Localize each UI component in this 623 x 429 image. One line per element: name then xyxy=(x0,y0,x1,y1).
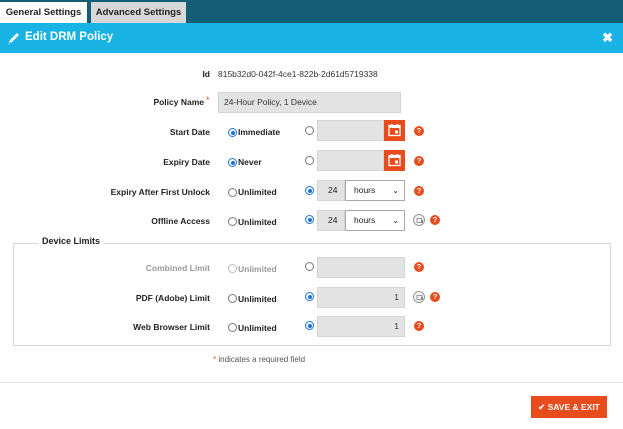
tab-advanced-settings[interactable]: Advanced Settings xyxy=(91,2,186,23)
offline-access-custom-radio[interactable] xyxy=(305,215,314,224)
offline-access-number[interactable]: 24 xyxy=(317,210,345,231)
help-icon[interactable]: ? xyxy=(414,186,424,196)
offline-access-label: Offline Access xyxy=(151,216,210,226)
chevron-down-icon: ⌄ xyxy=(392,216,399,225)
expiry-after-unlock-unit-value: hours xyxy=(354,185,376,195)
calendar-icon xyxy=(388,154,401,167)
start-date-immediate-radio[interactable] xyxy=(228,128,237,137)
help-icon[interactable]: ? xyxy=(414,156,424,166)
web-limit-label: Web Browser Limit xyxy=(133,322,210,332)
required-note: * indicates a required field xyxy=(213,355,305,364)
pdf-limit-input[interactable]: 1 xyxy=(317,287,405,308)
expiry-date-never-radio[interactable] xyxy=(228,158,237,167)
close-icon[interactable]: ✖ xyxy=(602,30,613,46)
expiry-after-unlock-number[interactable]: 24 xyxy=(317,180,345,201)
offline-access-unlimited-label: Unlimited xyxy=(238,217,277,227)
start-date-calendar-button[interactable] xyxy=(384,120,405,141)
combined-limit-unlimited-label: Unlimited xyxy=(238,264,277,274)
web-limit-custom-radio[interactable] xyxy=(305,321,314,330)
combined-limit-label: Combined Limit xyxy=(145,263,210,273)
policy-name-input[interactable]: 24-Hour Policy, 1 Device xyxy=(218,92,401,113)
expiry-after-unlock-unlimited-label: Unlimited xyxy=(238,187,277,197)
policy-name-label: Policy Name xyxy=(153,97,204,107)
web-limit-unlimited-radio[interactable] xyxy=(228,323,237,332)
offline-access-unit-value: hours xyxy=(354,215,376,225)
expiry-date-input[interactable] xyxy=(317,150,384,171)
pencil-icon xyxy=(8,33,19,45)
start-date-input[interactable] xyxy=(317,120,384,141)
expiry-date-label: Expiry Date xyxy=(163,157,210,167)
device-limits-legend: Device Limits xyxy=(38,236,105,246)
help-icon[interactable]: ? xyxy=(414,321,424,331)
expiry-after-unlock-custom-radio[interactable] xyxy=(305,186,314,195)
dialog-title: Edit DRM Policy xyxy=(25,31,114,43)
combined-limit-input[interactable] xyxy=(317,257,405,278)
combined-limit-unlimited-radio[interactable] xyxy=(228,264,237,273)
start-date-label: Start Date xyxy=(169,127,210,137)
device-info-icon xyxy=(413,291,425,303)
expiry-date-never-label: Never xyxy=(238,157,262,167)
required-note-text: indicates a required field xyxy=(216,355,306,364)
device-info-icon xyxy=(413,214,425,226)
dialog-header: Edit DRM Policy ✖ xyxy=(0,23,623,53)
expiry-after-unlock-unit-select[interactable]: hours ⌄ xyxy=(345,180,405,201)
chevron-down-icon: ⌄ xyxy=(392,186,399,195)
web-limit-unlimited-label: Unlimited xyxy=(238,323,277,333)
offline-access-unit-select[interactable]: hours ⌄ xyxy=(345,210,405,231)
required-marker: * xyxy=(206,95,210,105)
id-value: 815b32d0-042f-4ce1-822b-2d61d5719338 xyxy=(218,69,378,79)
save-exit-label: SAVE & EXIT xyxy=(547,402,600,412)
expiry-after-unlock-unlimited-radio[interactable] xyxy=(228,188,237,197)
pdf-limit-custom-radio[interactable] xyxy=(305,292,314,301)
expiry-date-calendar-button[interactable] xyxy=(384,150,405,171)
web-limit-input[interactable]: 1 xyxy=(317,316,405,337)
expiry-date-custom-radio[interactable] xyxy=(305,156,314,165)
pdf-limit-unlimited-label: Unlimited xyxy=(238,294,277,304)
save-exit-button[interactable]: ✔ SAVE & EXIT xyxy=(531,396,607,418)
help-icon[interactable]: ? xyxy=(414,126,424,136)
tab-general-settings[interactable]: General Settings xyxy=(0,0,87,23)
help-icon[interactable]: ? xyxy=(430,215,440,225)
offline-access-unlimited-radio[interactable] xyxy=(228,217,237,226)
pdf-limit-unlimited-radio[interactable] xyxy=(228,294,237,303)
help-icon[interactable]: ? xyxy=(414,262,424,272)
expiry-after-unlock-label: Expiry After First Unlock xyxy=(110,187,210,197)
tab-bar: General Settings Advanced Settings xyxy=(0,0,623,23)
start-date-immediate-label: Immediate xyxy=(238,127,281,137)
calendar-icon xyxy=(388,124,401,137)
help-icon[interactable]: ? xyxy=(430,292,440,302)
check-icon: ✔ xyxy=(538,402,546,412)
id-label: Id xyxy=(202,69,210,79)
pdf-limit-label: PDF (Adobe) Limit xyxy=(135,293,210,303)
combined-limit-custom-radio[interactable] xyxy=(305,262,314,271)
start-date-custom-radio[interactable] xyxy=(305,126,314,135)
footer-divider xyxy=(0,382,623,383)
